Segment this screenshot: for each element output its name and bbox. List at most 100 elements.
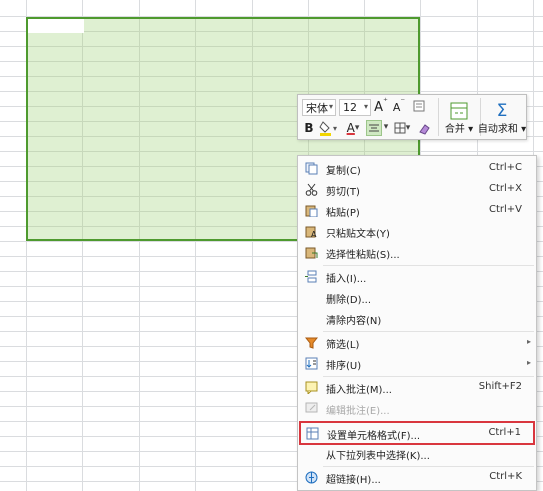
menu-item-label: 编辑批注(E)...	[326, 406, 390, 417]
menu-item-shortcut: Ctrl+X	[488, 183, 522, 194]
filter-icon	[304, 335, 318, 349]
edit-comment-icon	[304, 401, 318, 415]
decrease-font-button[interactable]: A ⁻	[392, 97, 406, 116]
chevron-down-icon: ▾	[328, 102, 333, 111]
row-line	[28, 61, 418, 62]
context-menu: 复制(C) Ctrl+C 剪切(T) Ctrl+X 粘贴(P) Ctrl+V A…	[297, 155, 537, 491]
menu-item-clear[interactable]: 清除内容(N)	[299, 308, 535, 330]
align-button[interactable]	[366, 120, 382, 136]
column-line	[195, 19, 196, 239]
menu-item-format-cells[interactable]: 设置单元格格式(F)... Ctrl+1	[299, 421, 535, 445]
menu-item-label: 插入(I)...	[326, 274, 367, 285]
menu-item-label: 超链接(H)...	[326, 475, 381, 486]
chevron-down-icon: ▾	[354, 123, 360, 133]
autosum-button[interactable]: Σ 自动求和 ▾	[477, 98, 527, 138]
chevron-down-icon: ▾	[363, 102, 368, 111]
merge-button[interactable]: 合并 ▾	[441, 98, 477, 138]
menu-item-label: 粘贴(P)	[326, 208, 360, 219]
menu-item-shortcut: Ctrl+K	[489, 471, 522, 482]
menu-item-label: 复制(C)	[326, 166, 361, 177]
merge-label: 合并 ▾	[444, 123, 474, 135]
row-line	[28, 31, 418, 32]
chevron-down-icon[interactable]: ▾	[383, 122, 389, 132]
format-painter-button[interactable]	[412, 99, 426, 113]
column-line	[139, 19, 140, 239]
menu-item-label: 只粘贴文本(Y)	[326, 229, 390, 240]
copy-icon	[304, 161, 318, 175]
decrease-arrow-icon: ⁻	[400, 97, 406, 107]
clear-format-button[interactable]	[416, 120, 432, 136]
menu-item-filter[interactable]: 筛选(L) ▸	[299, 332, 535, 354]
svg-text:▾: ▾	[333, 124, 337, 133]
font-name-select[interactable]: 宋体 ▾	[302, 99, 336, 116]
sort-icon	[304, 356, 318, 370]
menu-item-pick-from-list[interactable]: 从下拉列表中选择(K)...	[299, 443, 535, 465]
menu-item-label: 剪切(T)	[326, 187, 360, 198]
menu-item-paste[interactable]: 粘贴(P) Ctrl+V	[299, 200, 535, 222]
active-cell[interactable]	[28, 19, 84, 33]
row-line	[28, 151, 418, 152]
menu-item-label: 设置单元格格式(F)...	[327, 431, 421, 442]
row-line	[28, 76, 418, 77]
menu-item-shortcut: Ctrl+C	[488, 162, 522, 173]
merge-cells-icon	[450, 102, 468, 119]
paste-text-icon: A	[304, 224, 318, 238]
fill-color-icon: ▾	[319, 121, 337, 136]
menu-item-copy[interactable]: 复制(C) Ctrl+C	[299, 158, 535, 180]
menu-item-edit-comment[interactable]: 编辑批注(E)...	[299, 398, 535, 420]
menu-item-label: 选择性粘贴(S)...	[326, 250, 400, 261]
font-name-value: 宋体	[306, 101, 328, 115]
sigma-icon: Σ	[496, 100, 508, 121]
increase-font-label: A	[374, 99, 384, 115]
svg-text:A: A	[311, 230, 317, 238]
menu-item-label: 删除(D)...	[326, 295, 372, 306]
font-size-select[interactable]: 12 ▾	[339, 99, 371, 116]
fill-color-button[interactable]: ▾	[318, 119, 340, 137]
borders-button[interactable]: ▾	[391, 120, 413, 136]
bold-label: B	[304, 121, 314, 135]
menu-item-insert-comment[interactable]: 插入批注(M)... Shift+F2	[299, 377, 535, 399]
menu-item-label: 清除内容(N)	[326, 316, 382, 327]
menu-item-sort[interactable]: 排序(U) ▸	[299, 353, 535, 375]
submenu-arrow-icon: ▸	[526, 358, 531, 367]
column-line	[82, 19, 83, 239]
menu-item-delete[interactable]: 删除(D)...	[299, 287, 535, 309]
eraser-icon	[418, 123, 430, 135]
paste-icon	[304, 203, 318, 217]
menu-item-insert[interactable]: 插入(I)...	[299, 266, 535, 288]
font-color-label: A	[346, 121, 355, 135]
borders-icon	[394, 122, 406, 134]
menu-item-paste-special[interactable]: 选择性粘贴(S)...	[299, 242, 535, 264]
menu-item-shortcut: Ctrl+1	[488, 427, 521, 438]
align-center-icon	[369, 124, 379, 132]
menu-item-cut[interactable]: 剪切(T) Ctrl+X	[299, 179, 535, 201]
bold-button[interactable]: B	[302, 119, 316, 137]
menu-item-hyperlink[interactable]: 超链接(H)... Ctrl+K	[299, 467, 535, 489]
font-size-value: 12	[343, 101, 357, 114]
format-cells-icon	[305, 426, 319, 440]
column-line	[252, 19, 253, 239]
mini-toolbar: 宋体 ▾ 12 ▾ A ⁺ A ⁻ B ▾ A ▾ ▾ ▾ 合并 ▾ Σ 自动求…	[297, 94, 527, 140]
menu-item-shortcut: Shift+F2	[478, 381, 522, 392]
toolbar-divider	[438, 98, 439, 136]
menu-item-paste-text[interactable]: A 只粘贴文本(Y)	[299, 221, 535, 243]
paste-special-icon	[304, 245, 318, 259]
increase-arrow-icon: ⁺	[383, 97, 388, 107]
menu-item-label: 排序(U)	[326, 361, 362, 372]
chevron-down-icon: ▾	[405, 123, 411, 133]
insert-icon	[304, 269, 318, 283]
row-line	[28, 46, 418, 47]
scissors-icon	[304, 182, 318, 196]
menu-item-label: 从下拉列表中选择(K)...	[326, 451, 430, 462]
menu-item-label: 筛选(L)	[326, 340, 360, 351]
menu-item-label: 插入批注(M)...	[326, 385, 392, 396]
font-color-button[interactable]: A ▾	[342, 119, 364, 137]
hyperlink-icon	[304, 470, 318, 484]
comment-icon	[304, 380, 318, 394]
autosum-label: 自动求和 ▾	[477, 123, 527, 135]
submenu-arrow-icon: ▸	[526, 337, 531, 346]
decrease-font-label: A	[392, 100, 401, 114]
format-painter-icon	[413, 100, 425, 112]
increase-font-button[interactable]: A ⁺	[374, 97, 388, 116]
menu-item-shortcut: Ctrl+V	[488, 204, 522, 215]
